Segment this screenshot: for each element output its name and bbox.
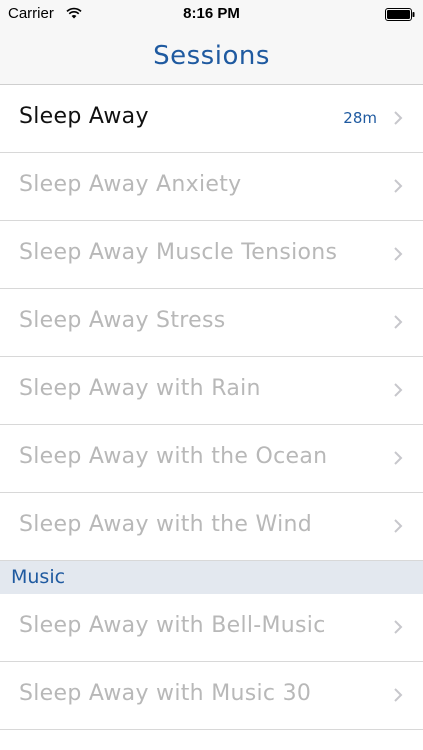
- sessions-list: Sleep Away 28m Sleep Away Anxiety Sleep …: [0, 85, 423, 730]
- section-header-music: Music: [0, 561, 423, 594]
- list-item-label: Sleep Away with Rain: [19, 376, 261, 401]
- list-item-label: Sleep Away: [19, 104, 149, 129]
- chevron-right-icon: [394, 519, 403, 533]
- list-item-label: Sleep Away Stress: [19, 308, 226, 333]
- list-item[interactable]: Sleep Away with the Ocean: [0, 425, 423, 493]
- navigation-bar: Sessions: [0, 30, 423, 85]
- list-item[interactable]: Sleep Away Stress: [0, 289, 423, 357]
- chevron-right-icon: [394, 383, 403, 397]
- section-title: Music: [11, 566, 66, 588]
- status-time: 8:16 PM: [183, 5, 240, 22]
- list-item-label: Sleep Away with Bell-Music: [19, 613, 326, 638]
- chevron-right-icon: [394, 620, 403, 634]
- list-item-label: Sleep Away with Music 30: [19, 681, 312, 706]
- chevron-right-icon: [394, 315, 403, 329]
- chevron-right-icon: [394, 247, 403, 261]
- list-item[interactable]: Sleep Away with the Wind: [0, 493, 423, 561]
- chevron-right-icon: [394, 688, 403, 702]
- chevron-right-icon: [394, 179, 403, 193]
- list-item-label: Sleep Away with the Ocean: [19, 444, 328, 469]
- status-bar: Carrier 8:16 PM: [0, 0, 423, 30]
- list-item[interactable]: Sleep Away 28m: [0, 85, 423, 153]
- list-item[interactable]: Sleep Away Muscle Tensions: [0, 221, 423, 289]
- list-item[interactable]: Sleep Away Anxiety: [0, 153, 423, 221]
- list-item-label: Sleep Away with the Wind: [19, 512, 313, 537]
- list-item-label: Sleep Away Anxiety: [19, 172, 242, 197]
- list-item[interactable]: Sleep Away with Rain: [0, 357, 423, 425]
- duration-badge: 28m: [343, 109, 377, 127]
- list-item-label: Sleep Away Muscle Tensions: [19, 240, 338, 265]
- chevron-right-icon: [394, 111, 403, 125]
- list-item[interactable]: Sleep Away with Music 30: [0, 662, 423, 730]
- battery-icon: [385, 8, 415, 21]
- chevron-right-icon: [394, 451, 403, 465]
- list-item[interactable]: Sleep Away with Bell-Music: [0, 594, 423, 662]
- page-title: Sessions: [153, 41, 270, 71]
